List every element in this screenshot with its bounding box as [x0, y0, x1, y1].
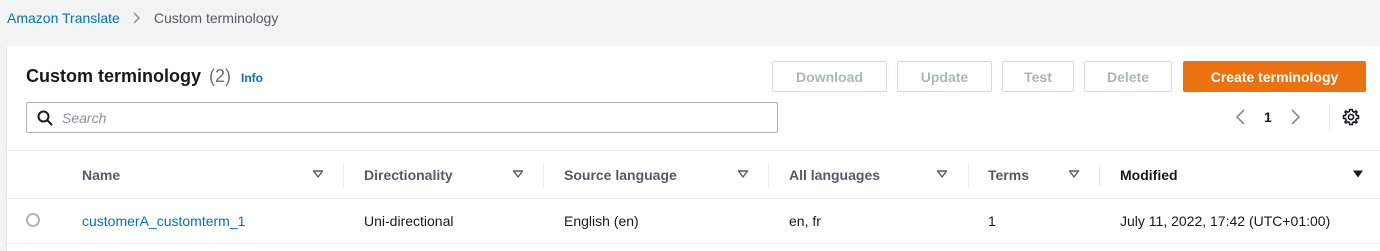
row-source-language: English (en) — [564, 213, 639, 229]
sort-caret-down-icon[interactable] — [1352, 169, 1364, 179]
update-button[interactable]: Update — [897, 61, 992, 92]
row-terms: 1 — [988, 213, 996, 229]
chevron-left-icon[interactable] — [1234, 108, 1248, 126]
pagination: 1 — [1234, 108, 1302, 126]
page-title: Custom terminology — [26, 66, 202, 86]
search-input[interactable] — [62, 109, 762, 126]
column-header-modified[interactable]: Modified — [1120, 151, 1178, 198]
column-divider[interactable] — [1099, 163, 1100, 187]
sort-caret-icon[interactable] — [512, 169, 524, 179]
pagination-divider — [1329, 104, 1330, 130]
info-link[interactable]: Info — [241, 71, 263, 85]
row-directionality: Uni-directional — [364, 213, 454, 229]
column-divider[interactable] — [543, 163, 544, 187]
sort-caret-icon[interactable] — [1068, 169, 1080, 179]
sort-caret-icon[interactable] — [312, 169, 324, 179]
search-icon — [37, 110, 53, 126]
breadcrumb-amazon-translate-link[interactable]: Amazon Translate — [7, 10, 120, 26]
row-select-radio[interactable] — [26, 213, 40, 227]
sort-caret-icon[interactable] — [737, 169, 749, 179]
column-header-all-languages[interactable]: All languages — [789, 151, 880, 198]
column-divider[interactable] — [768, 163, 769, 187]
column-divider[interactable] — [968, 163, 969, 187]
custom-terminology-panel: Custom terminology (2) Info Download Upd… — [7, 46, 1380, 251]
table-row[interactable]: customerA_customterm_1 Uni-directional E… — [7, 199, 1380, 244]
item-count: (2) — [209, 66, 232, 86]
column-header-terms[interactable]: Terms — [988, 151, 1029, 198]
sort-caret-icon[interactable] — [936, 169, 948, 179]
page-number[interactable]: 1 — [1264, 109, 1272, 125]
column-header-directionality[interactable]: Directionality — [364, 151, 453, 198]
row-modified: July 11, 2022, 17:42 (UTC+01:00) — [1120, 213, 1331, 229]
row-name-link[interactable]: customerA_customterm_1 — [82, 199, 245, 243]
create-terminology-button[interactable]: Create terminology — [1183, 61, 1366, 92]
breadcrumb: Amazon Translate Custom terminology — [7, 10, 278, 26]
test-button[interactable]: Test — [1002, 61, 1074, 92]
search-box[interactable] — [26, 102, 778, 133]
breadcrumb-current: Custom terminology — [153, 10, 279, 26]
panel-header: Custom terminology (2) Info — [26, 66, 263, 87]
column-header-source-language[interactable]: Source language — [564, 151, 677, 198]
chevron-right-icon[interactable] — [1288, 108, 1302, 126]
row-all-languages: en, fr — [789, 213, 821, 229]
chevron-right-icon — [133, 12, 140, 24]
terminology-table: Name Directionality Source language All … — [7, 150, 1380, 244]
delete-button[interactable]: Delete — [1084, 61, 1172, 92]
column-header-name[interactable]: Name — [82, 151, 120, 198]
column-divider[interactable] — [343, 163, 344, 187]
download-button[interactable]: Download — [772, 61, 887, 92]
table-header: Name Directionality Source language All … — [7, 150, 1380, 199]
settings-gear-icon[interactable] — [1342, 108, 1360, 126]
